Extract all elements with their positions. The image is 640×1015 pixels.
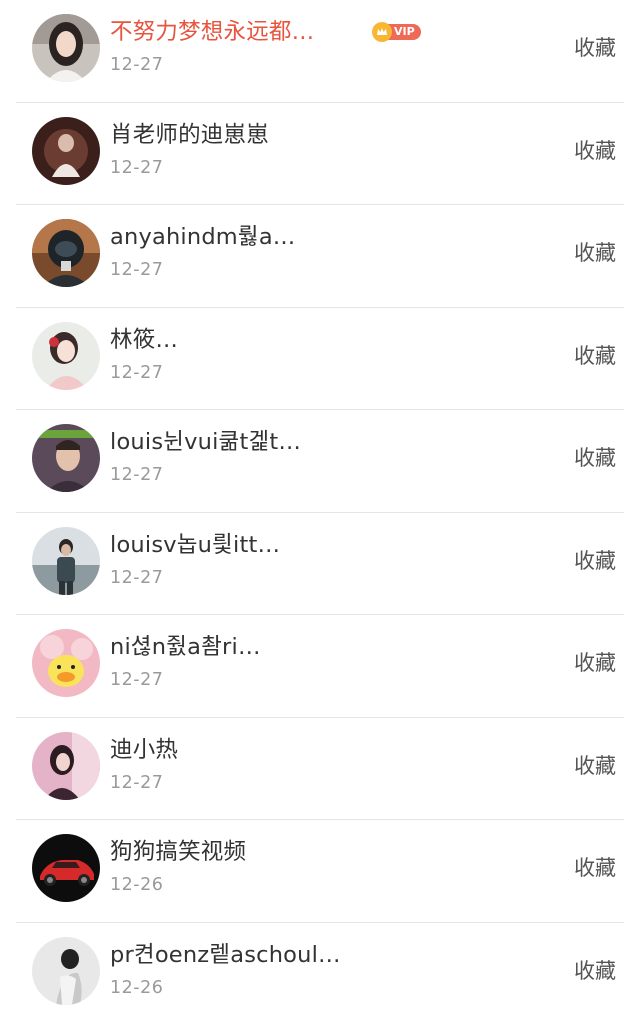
list-item[interactable]: pr켠oenz렡aschoul… 12-26 收藏 <box>16 923 624 1015</box>
avatar-illustrated-girl-icon <box>32 321 100 390</box>
avatar-man-standing-icon <box>32 526 100 595</box>
favorite-button[interactable]: 收藏 <box>574 340 616 370</box>
avatar[interactable] <box>32 321 100 390</box>
favorite-button[interactable]: 收藏 <box>574 135 616 165</box>
avatar-duck-toy-icon <box>32 629 100 697</box>
crown-icon <box>372 22 392 42</box>
avatar[interactable] <box>32 629 100 697</box>
user-name: 迪小热 <box>110 736 179 763</box>
date-label: 12-27 <box>110 260 164 280</box>
user-name: anyahindm뤓a… <box>110 224 296 250</box>
list-item[interactable]: 肖老师的迪崽崽 12-27 收藏 <box>16 103 624 205</box>
avatar-bw-figure-icon <box>32 936 100 1005</box>
date-label: 12-27 <box>110 670 164 690</box>
avatar-helmet-icon <box>32 219 100 287</box>
date-label: 12-27 <box>110 772 164 793</box>
date-label: 12-27 <box>110 567 164 588</box>
list-item[interactable]: 狗狗搞笑视频 12-26 收藏 <box>16 820 624 923</box>
favorite-button[interactable]: 收藏 <box>574 545 616 575</box>
user-name: pr켠oenz렡aschoul… <box>110 941 341 968</box>
list-item[interactable]: anyahindm뤓a… 12-27 收藏 <box>16 205 624 308</box>
avatar-girl-longhair-icon <box>32 14 100 82</box>
avatar[interactable] <box>32 14 100 82</box>
favorite-button[interactable]: 收藏 <box>574 750 616 780</box>
date-label: 12-26 <box>110 875 164 895</box>
date-label: 12-27 <box>110 465 164 485</box>
user-name: 不努力梦想永远都… <box>110 19 315 45</box>
avatar-dark-portrait-icon <box>32 116 100 185</box>
date-label: 12-27 <box>110 55 164 75</box>
user-name: 林筱… <box>110 326 179 353</box>
avatar-red-car-icon <box>32 834 100 902</box>
favorite-button[interactable]: 收藏 <box>574 442 616 472</box>
vip-badge: VIP <box>372 22 421 42</box>
list-item[interactable]: louis뉜vui쿪t겙t… 12-27 收藏 <box>16 410 624 513</box>
avatar[interactable] <box>32 116 100 185</box>
avatar[interactable] <box>32 526 100 595</box>
favorite-button[interactable]: 收藏 <box>574 32 616 62</box>
user-name: ni셚n줤a촴ri… <box>110 634 261 660</box>
list-item[interactable]: ni셚n줤a촴ri… 12-27 收藏 <box>16 615 624 718</box>
date-label: 12-27 <box>110 362 164 383</box>
date-label: 12-26 <box>110 977 164 998</box>
favorite-button[interactable]: 收藏 <box>574 237 616 267</box>
user-name: louis뉜vui쿪t겙t… <box>110 429 302 455</box>
avatar-pink-girl-icon <box>32 731 100 800</box>
user-name: louisv놉u릧itt… <box>110 531 281 558</box>
avatar[interactable] <box>32 936 100 1005</box>
avatar-man-portrait-icon <box>32 424 100 492</box>
user-name: 肖老师的迪崽崽 <box>110 121 269 148</box>
favorite-button[interactable]: 收藏 <box>574 852 616 882</box>
list-item[interactable]: 林筱… 12-27 收藏 <box>16 308 624 410</box>
list-item[interactable]: 迪小热 12-27 收藏 <box>16 718 624 820</box>
favorite-button[interactable]: 收藏 <box>574 647 616 677</box>
favorites-list: 不努力梦想永远都… VIP 12-27 收藏 肖老师的迪崽崽 12-27 收藏 <box>0 0 640 1015</box>
favorite-button[interactable]: 收藏 <box>574 955 616 985</box>
avatar[interactable] <box>32 834 100 902</box>
user-name: 狗狗搞笑视频 <box>110 839 247 865</box>
date-label: 12-27 <box>110 157 164 178</box>
avatar[interactable] <box>32 219 100 287</box>
list-item[interactable]: 不努力梦想永远都… VIP 12-27 收藏 <box>16 0 624 103</box>
list-item[interactable]: louisv놉u릧itt… 12-27 收藏 <box>16 513 624 615</box>
avatar[interactable] <box>32 731 100 800</box>
avatar[interactable] <box>32 424 100 492</box>
